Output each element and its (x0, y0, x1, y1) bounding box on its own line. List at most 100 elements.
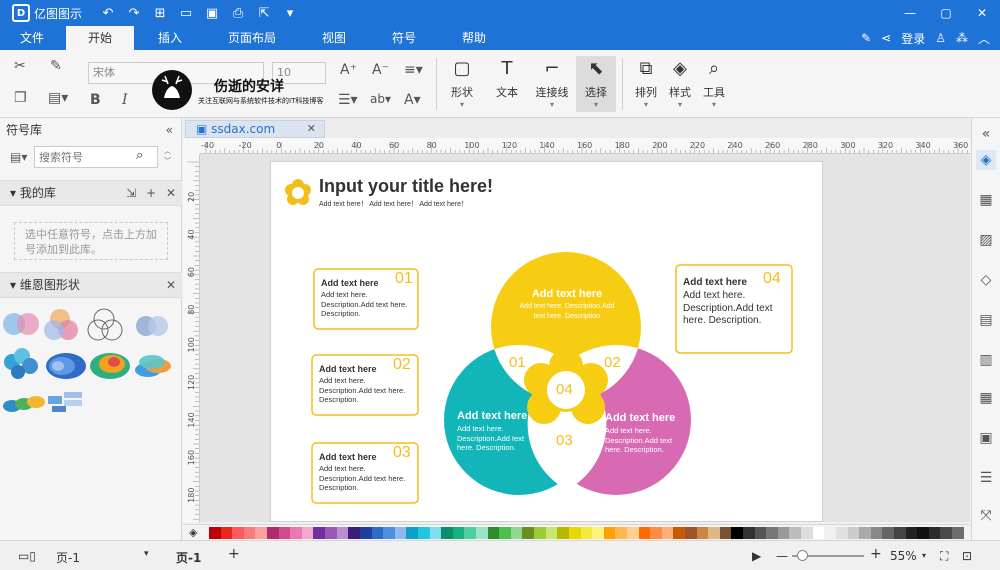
layout-grid-icon[interactable]: ▦ (976, 190, 996, 210)
color-swatch[interactable] (371, 527, 384, 539)
close-icon[interactable]: ✕ (166, 273, 176, 297)
tab-insert[interactable]: 插入 (148, 26, 192, 50)
color-swatch[interactable] (940, 527, 952, 539)
color-swatch[interactable] (847, 527, 860, 539)
text-button[interactable]: T 文本 (487, 56, 527, 112)
open-folder-icon[interactable]: ▭ (178, 6, 194, 21)
color-swatch[interactable] (893, 527, 906, 539)
more-icon[interactable]: ▾ (282, 6, 298, 21)
venn-shape-outline[interactable] (87, 308, 123, 341)
paste-icon[interactable]: ▤▾ (48, 90, 68, 106)
layers-icon[interactable]: ◇ (976, 270, 996, 290)
color-swatch[interactable] (348, 527, 360, 539)
bold-icon[interactable]: B (90, 92, 101, 108)
venn-shape-two-circle[interactable] (3, 313, 39, 335)
shape-button[interactable]: ▢ 形状 ▾ (442, 56, 482, 112)
copy-icon[interactable]: ❐ (14, 90, 27, 106)
color-swatch[interactable] (917, 527, 929, 539)
tab-view[interactable]: 视图 (312, 26, 356, 50)
fullscreen-icon[interactable]: ⊡ (962, 549, 972, 563)
color-swatches[interactable] (209, 527, 964, 539)
color-swatch[interactable] (534, 527, 546, 539)
tab-symbols[interactable]: 符号 (382, 26, 426, 50)
list-icon[interactable]: ☰▾ (338, 92, 358, 108)
fit-icon[interactable]: ⤧ (976, 506, 996, 526)
color-swatch[interactable] (568, 527, 581, 539)
color-swatch[interactable] (278, 527, 291, 539)
my-library-section[interactable]: ▾ 我的库 ⇲ + ✕ (0, 180, 182, 206)
venn-shape-overlap[interactable] (136, 316, 168, 336)
login-link[interactable]: 登录 (901, 30, 925, 47)
tab-page-layout[interactable]: 页面布局 (222, 26, 282, 50)
color-swatch[interactable] (882, 527, 894, 539)
document-tab[interactable]: ▣ ssdax.com ✕ (185, 120, 325, 138)
shirt-icon[interactable]: ♙ (935, 31, 946, 45)
color-swatch[interactable] (592, 527, 604, 539)
color-swatch[interactable] (476, 527, 488, 539)
color-swatch[interactable] (650, 527, 662, 539)
color-swatch[interactable] (325, 527, 337, 539)
color-swatch[interactable] (870, 527, 883, 539)
zoom-in-icon[interactable]: + (870, 546, 882, 562)
color-swatch[interactable] (626, 527, 639, 539)
color-swatch[interactable] (406, 527, 418, 539)
maximize-button[interactable]: ▢ (928, 0, 964, 26)
venn-shape-stacked[interactable] (135, 355, 171, 377)
table-icon[interactable]: ▦ (976, 388, 996, 408)
color-swatch[interactable] (336, 527, 349, 539)
color-swatch[interactable] (708, 527, 720, 539)
page-dropdown-icon[interactable]: ▾ (144, 549, 149, 559)
edit-icon[interactable]: ✎ (861, 31, 871, 45)
fill-color-icon[interactable]: ◈ (189, 526, 197, 539)
save-icon[interactable]: ▣ (204, 6, 220, 21)
zoom-slider-handle[interactable] (797, 550, 808, 561)
color-swatch[interactable] (313, 527, 326, 539)
color-swatch[interactable] (255, 527, 268, 539)
select-button[interactable]: ⬉ 选择 ▾ (576, 56, 616, 112)
color-swatch[interactable] (824, 527, 836, 539)
color-swatch[interactable] (684, 527, 697, 539)
color-swatch[interactable] (243, 527, 256, 539)
color-swatch[interactable] (928, 527, 941, 539)
import-icon[interactable]: ⇲ (126, 186, 136, 200)
redo-icon[interactable]: ↷ (126, 6, 142, 21)
color-swatch[interactable] (661, 527, 674, 539)
color-swatch[interactable] (417, 527, 430, 539)
color-swatch[interactable] (731, 527, 744, 539)
collapse-ribbon-icon[interactable]: ︿ (978, 30, 990, 47)
color-swatch[interactable] (464, 527, 477, 539)
color-swatch[interactable] (487, 527, 500, 539)
color-swatch[interactable] (557, 527, 569, 539)
add-page-icon[interactable]: + (228, 546, 240, 562)
connector-button[interactable]: ⌐ 连接线 ▾ (532, 56, 572, 112)
search-icon[interactable]: ⌕ (136, 148, 143, 163)
color-swatch[interactable] (638, 527, 651, 539)
page-selector[interactable]: 页-1 (56, 549, 80, 566)
color-swatch[interactable] (209, 527, 221, 539)
align-icon[interactable]: ☰ (976, 468, 996, 488)
tools-button[interactable]: ⌕ 工具 ▾ (694, 56, 734, 112)
color-swatch[interactable] (220, 527, 233, 539)
color-swatch[interactable] (452, 527, 465, 539)
align-icon[interactable]: ≡▾ (404, 62, 423, 78)
color-swatch[interactable] (267, 527, 279, 539)
grid-icon[interactable]: ⁂ (956, 31, 968, 45)
venn-shape-blocks[interactable] (48, 392, 82, 412)
expand-panel-icon[interactable]: « (976, 124, 996, 144)
color-swatch[interactable] (754, 527, 767, 539)
canvas-area[interactable]: Input your title here! Add text here！ Ad… (200, 154, 970, 522)
color-swatch[interactable] (777, 527, 790, 539)
library-menu-icon[interactable]: ▤▾ (10, 150, 27, 164)
increase-font-icon[interactable]: A⁺ (340, 62, 357, 78)
org-chart-icon[interactable]: ▣ (976, 428, 996, 448)
color-swatch[interactable] (545, 527, 558, 539)
venn-shape-nested[interactable] (46, 353, 86, 379)
print-icon[interactable]: ⎙ (230, 6, 246, 21)
italic-icon[interactable]: I (122, 92, 128, 108)
color-swatch[interactable] (301, 527, 314, 539)
page-view-icon[interactable]: ▭▯ (18, 549, 36, 563)
color-swatch[interactable] (952, 527, 964, 539)
cut-icon[interactable]: ✂ (14, 58, 26, 74)
color-swatch[interactable] (580, 527, 593, 539)
close-icon[interactable]: ✕ (166, 186, 176, 200)
